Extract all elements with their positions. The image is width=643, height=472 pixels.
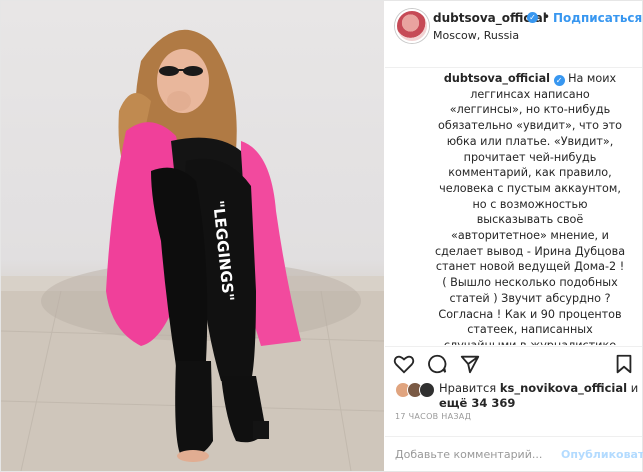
likes-prefix: Нравится	[439, 381, 497, 395]
post-photo[interactable]: "LEGGINGS"	[1, 1, 384, 471]
comment-form: Добавьте комментарий... Опубликовать	[385, 436, 643, 472]
separator-dot: •	[543, 10, 551, 24]
verified-badge-icon: ✓	[553, 75, 565, 86]
post-header: dubtsova_official ✓ • Подписаться Moscow…	[385, 1, 642, 68]
caption-username[interactable]: dubtsova_official	[444, 72, 550, 85]
liker-avatar[interactable]	[419, 382, 435, 398]
comment-icon[interactable]	[426, 353, 448, 375]
comment-input[interactable]: Добавьте комментарий...	[395, 448, 542, 461]
share-icon[interactable]	[459, 353, 481, 375]
caption-text-block: dubtsova_official ✓ На моих леггинсах на…	[433, 71, 627, 345]
caption-text: На моих леггинсах написано «леггинсы», н…	[434, 72, 626, 345]
verified-badge-icon: ✓	[527, 12, 538, 23]
heart-icon[interactable]	[393, 353, 415, 375]
likes-count-link[interactable]: ещё 34 369	[439, 396, 515, 410]
caption-area: dubtsova_official ✓ На моих леггинсах на…	[385, 67, 642, 345]
bookmark-icon[interactable]	[613, 353, 635, 375]
liker-username[interactable]: ks_novikova_official	[500, 381, 627, 395]
post-sidebar: dubtsova_official ✓ • Подписаться Moscow…	[385, 1, 643, 472]
follow-button[interactable]: Подписаться	[553, 11, 642, 25]
action-bar	[385, 346, 642, 379]
author-avatar[interactable]	[395, 9, 429, 43]
likes-text: Нравится ks_novikova_official и ещё 34 3…	[439, 381, 639, 411]
post-container: "LEGGINGS" dubtsova_official ✓ • Подписа…	[0, 0, 643, 472]
publish-button[interactable]: Опубликовать	[561, 448, 643, 461]
location-link[interactable]: Moscow, Russia	[433, 29, 519, 42]
photo-illustration: "LEGGINGS"	[1, 29, 384, 471]
likes-middle: и	[630, 381, 639, 395]
likes-summary: Нравится ks_novikova_official и ещё 34 3…	[385, 381, 642, 411]
post-timestamp[interactable]: 17 ЧАСОВ НАЗАД	[395, 412, 471, 421]
